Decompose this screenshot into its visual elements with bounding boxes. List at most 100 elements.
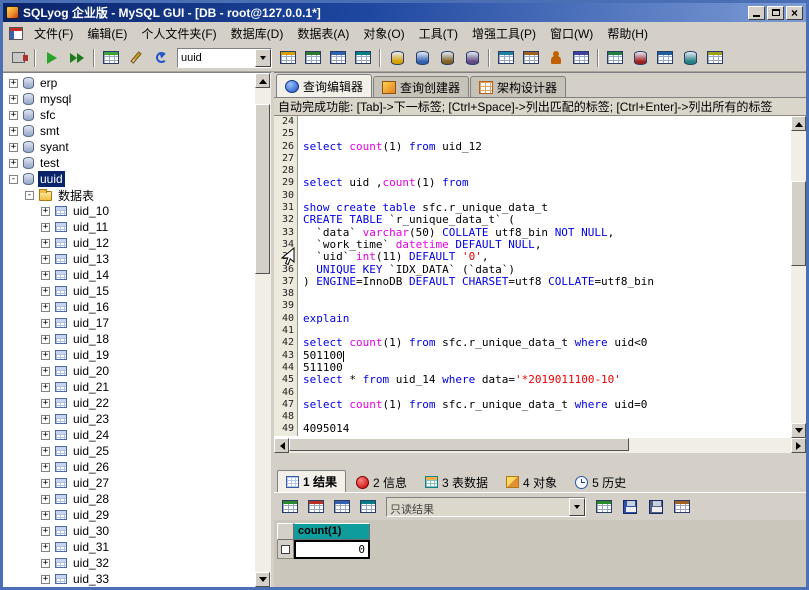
alter-table-icon[interactable] (326, 47, 350, 69)
tree-scrollbar-thumb[interactable] (255, 104, 270, 274)
menu-item[interactable]: 文件(F) (27, 22, 80, 45)
editor-hscroll-thumb[interactable] (289, 438, 629, 451)
process-list-icon[interactable] (569, 47, 593, 69)
menu-item[interactable]: 帮助(H) (600, 22, 655, 45)
tree-expander[interactable]: + (41, 335, 50, 344)
tree-expander[interactable]: + (41, 351, 50, 360)
tree-item[interactable]: +erp (3, 75, 255, 91)
export-data-icon[interactable] (519, 47, 543, 69)
execute-query-icon[interactable] (40, 47, 64, 69)
tree-item[interactable]: +uid_22 (3, 395, 255, 411)
tree-expander[interactable]: + (41, 511, 50, 520)
tree-item[interactable]: +uid_28 (3, 491, 255, 507)
tree-item[interactable]: +mysql (3, 91, 255, 107)
minimize-button[interactable] (748, 6, 765, 20)
tree-expander[interactable]: + (41, 303, 50, 312)
tree-item[interactable]: +uid_29 (3, 507, 255, 523)
tree-expander[interactable]: - (9, 175, 18, 184)
tree-expander[interactable]: + (9, 79, 18, 88)
tree-item[interactable]: +uid_11 (3, 219, 255, 235)
tree-item[interactable]: +uid_24 (3, 427, 255, 443)
scroll-left-button[interactable] (274, 438, 289, 453)
tree-expander[interactable]: + (41, 463, 50, 472)
refresh-data-icon[interactable] (356, 496, 380, 518)
tree-expander[interactable]: + (41, 431, 50, 440)
tree-item[interactable]: +uid_33 (3, 571, 255, 587)
tree-item[interactable]: +uid_17 (3, 315, 255, 331)
tree-expander[interactable]: + (41, 559, 50, 568)
add-row-icon[interactable] (278, 496, 302, 518)
grid-corner-cell[interactable] (277, 523, 294, 540)
tree-expander[interactable]: + (41, 495, 50, 504)
status-info-icon[interactable] (603, 47, 627, 69)
tab-schema-designer[interactable]: 架构设计器 (470, 76, 566, 97)
tree-item[interactable]: -uuid (3, 171, 255, 187)
tree-expander[interactable]: + (41, 239, 50, 248)
tree-expander[interactable]: + (41, 207, 50, 216)
export-result-icon[interactable] (592, 496, 616, 518)
menu-item[interactable]: 增强工具(P) (465, 22, 543, 45)
editor-line[interactable]: 43501100 (274, 350, 791, 362)
tree-item[interactable]: +uid_10 (3, 203, 255, 219)
tree-expander[interactable]: + (9, 159, 18, 168)
tree-item[interactable]: +uid_16 (3, 299, 255, 315)
delete-row-icon[interactable] (304, 496, 328, 518)
menu-item[interactable]: 窗口(W) (543, 22, 600, 45)
column-header[interactable]: count(1) (294, 523, 370, 540)
edit-query-icon[interactable] (124, 47, 148, 69)
refresh-database-icon[interactable] (149, 47, 173, 69)
schema-sync-icon[interactable] (678, 47, 702, 69)
new-query-editor-icon[interactable] (99, 47, 123, 69)
menu-item[interactable]: 数据库(D) (224, 22, 291, 45)
database-select[interactable]: uuid (177, 48, 272, 68)
save-all-results-icon[interactable] (644, 496, 668, 518)
menu-item[interactable]: 编辑(E) (80, 22, 134, 45)
tree-expander[interactable]: + (41, 447, 50, 456)
editor-vscroll-thumb[interactable] (791, 181, 806, 266)
editor-line[interactable]: 42select count(1) from sfc.r_unique_data… (274, 337, 791, 349)
tree-expander[interactable]: + (41, 479, 50, 488)
tree-expander[interactable]: + (41, 287, 50, 296)
notifications-icon[interactable] (703, 47, 727, 69)
new-connection-icon[interactable] (6, 47, 30, 69)
document-icon[interactable] (9, 27, 23, 40)
tree-expander[interactable]: + (41, 543, 50, 552)
save-results-icon[interactable] (618, 496, 642, 518)
alter-database-icon[interactable] (410, 47, 434, 69)
tree-item[interactable]: +uid_31 (3, 539, 255, 555)
scroll-down-button[interactable] (791, 423, 806, 438)
scroll-up-button[interactable] (255, 73, 270, 88)
table-data-icon[interactable] (351, 47, 375, 69)
tree-expander[interactable]: + (41, 399, 50, 408)
tree-item[interactable]: -数据表 (3, 187, 255, 203)
editor-line[interactable]: 29select uid ,count(1) from (274, 177, 791, 189)
tree-item[interactable]: +uid_13 (3, 251, 255, 267)
tree-item[interactable]: +uid_19 (3, 347, 255, 363)
tree-item[interactable]: +uid_12 (3, 235, 255, 251)
tab-result[interactable]: 1 结果 (277, 470, 346, 492)
restore-database-icon[interactable] (460, 47, 484, 69)
menu-item[interactable]: 数据表(A) (290, 22, 356, 45)
tree-item[interactable]: +uid_26 (3, 459, 255, 475)
tree-item[interactable]: +uid_20 (3, 363, 255, 379)
menu-item[interactable]: 对象(O) (356, 22, 411, 45)
tree-expander[interactable]: + (41, 271, 50, 280)
tree-item[interactable]: +uid_32 (3, 555, 255, 571)
editor-vscroll-track[interactable] (791, 131, 806, 423)
tree-item[interactable]: +uid_15 (3, 283, 255, 299)
result-mode-dropdown-button[interactable] (569, 498, 585, 516)
tree-scrollbar[interactable] (255, 72, 271, 587)
tree-scrollbar-track[interactable] (255, 88, 271, 572)
maximize-button[interactable] (767, 6, 784, 20)
tree-expander[interactable]: + (41, 415, 50, 424)
tree-expander[interactable]: + (9, 111, 18, 120)
flush-icon[interactable] (628, 47, 652, 69)
editor-line[interactable]: 38 (274, 288, 791, 300)
close-button[interactable]: × (786, 6, 803, 20)
tree-item[interactable]: +uid_27 (3, 475, 255, 491)
tree-expander[interactable]: + (41, 367, 50, 376)
tree-item[interactable]: +test (3, 155, 255, 171)
filter-results-icon[interactable] (670, 496, 694, 518)
tab-query-builder[interactable]: 查询创建器 (373, 76, 469, 97)
editor-vertical-scrollbar[interactable] (791, 116, 806, 438)
